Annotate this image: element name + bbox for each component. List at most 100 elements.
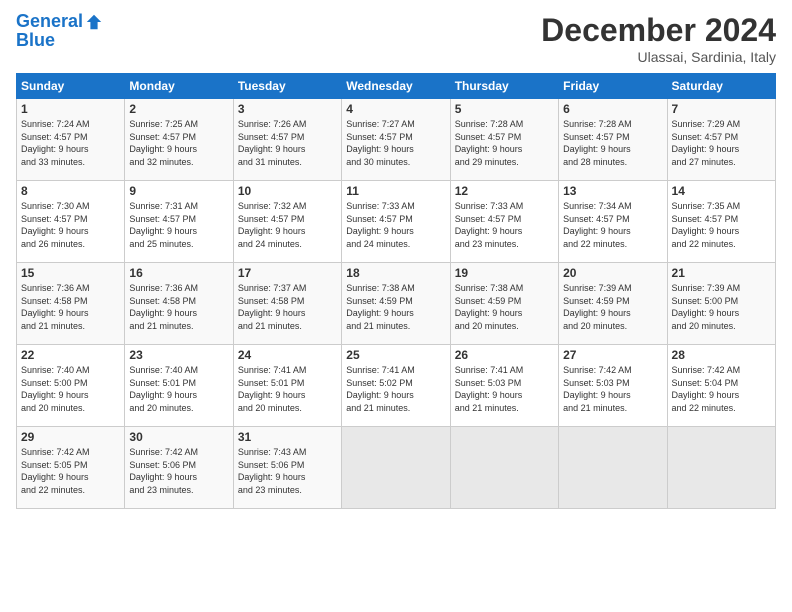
day-number: 28 — [672, 348, 771, 362]
day-cell: 5 Sunrise: 7:28 AM Sunset: 4:57 PM Daylig… — [450, 99, 558, 181]
day-number: 29 — [21, 430, 120, 444]
day-cell: 8 Sunrise: 7:30 AM Sunset: 4:57 PM Daylig… — [17, 181, 125, 263]
day-number: 7 — [672, 102, 771, 116]
calendar-body: 1 Sunrise: 7:24 AM Sunset: 4:57 PM Daylig… — [17, 99, 776, 509]
day-number: 22 — [21, 348, 120, 362]
weekday-sunday: Sunday — [17, 74, 125, 99]
day-cell: 11Sunrise: 7:33 AM Sunset: 4:57 PM Dayli… — [342, 181, 450, 263]
day-cell — [667, 427, 775, 509]
day-info: Sunrise: 7:26 AM Sunset: 4:57 PM Dayligh… — [238, 118, 337, 168]
day-cell: 6 Sunrise: 7:28 AM Sunset: 4:57 PM Daylig… — [559, 99, 667, 181]
logo-icon — [85, 13, 103, 31]
weekday-header-row: SundayMondayTuesdayWednesdayThursdayFrid… — [17, 74, 776, 99]
weekday-friday: Friday — [559, 74, 667, 99]
day-cell: 17Sunrise: 7:37 AM Sunset: 4:58 PM Dayli… — [233, 263, 341, 345]
day-cell: 4Sunrise: 7:27 AM Sunset: 4:57 PM Daylig… — [342, 99, 450, 181]
day-number: 16 — [129, 266, 228, 280]
day-cell: 14 Sunrise: 7:35 AM Sunset: 4:57 PM Dayli… — [667, 181, 775, 263]
logo: General Blue — [16, 12, 103, 51]
header: General Blue December 2024 Ulassai, Sard… — [16, 12, 776, 65]
day-cell: 10Sunrise: 7:32 AM Sunset: 4:57 PM Dayli… — [233, 181, 341, 263]
day-cell: 19 Sunrise: 7:38 AM Sunset: 4:59 PM Dayli… — [450, 263, 558, 345]
location: Ulassai, Sardinia, Italy — [541, 49, 776, 65]
day-info: Sunrise: 7:39 AM Sunset: 4:59 PM Dayligh… — [563, 282, 662, 332]
day-cell: 2 Sunrise: 7:25 AM Sunset: 4:57 PM Daylig… — [125, 99, 233, 181]
weekday-wednesday: Wednesday — [342, 74, 450, 99]
day-info: Sunrise: 7:36 AM Sunset: 4:58 PM Dayligh… — [21, 282, 120, 332]
day-number: 18 — [346, 266, 445, 280]
day-number: 2 — [129, 102, 228, 116]
day-info: Sunrise: 7:35 AM Sunset: 4:57 PM Dayligh… — [672, 200, 771, 250]
week-row-3: 15 Sunrise: 7:36 AM Sunset: 4:58 PM Dayli… — [17, 263, 776, 345]
day-info: Sunrise: 7:32 AM Sunset: 4:57 PM Dayligh… — [238, 200, 337, 250]
day-info: Sunrise: 7:43 AM Sunset: 5:06 PM Dayligh… — [238, 446, 337, 496]
day-cell: 22Sunrise: 7:40 AM Sunset: 5:00 PM Dayli… — [17, 345, 125, 427]
day-cell: 27 Sunrise: 7:42 AM Sunset: 5:03 PM Dayli… — [559, 345, 667, 427]
weekday-tuesday: Tuesday — [233, 74, 341, 99]
day-cell: 28Sunrise: 7:42 AM Sunset: 5:04 PM Dayli… — [667, 345, 775, 427]
logo-blue: Blue — [16, 30, 103, 51]
day-number: 1 — [21, 102, 120, 116]
day-cell: 25Sunrise: 7:41 AM Sunset: 5:02 PM Dayli… — [342, 345, 450, 427]
day-number: 4 — [346, 102, 445, 116]
day-cell: 3 Sunrise: 7:26 AM Sunset: 4:57 PM Daylig… — [233, 99, 341, 181]
day-cell: 15 Sunrise: 7:36 AM Sunset: 4:58 PM Dayli… — [17, 263, 125, 345]
day-info: Sunrise: 7:34 AM Sunset: 4:57 PM Dayligh… — [563, 200, 662, 250]
day-info: Sunrise: 7:31 AM Sunset: 4:57 PM Dayligh… — [129, 200, 228, 250]
day-number: 9 — [129, 184, 228, 198]
day-number: 19 — [455, 266, 554, 280]
weekday-saturday: Saturday — [667, 74, 775, 99]
day-info: Sunrise: 7:30 AM Sunset: 4:57 PM Dayligh… — [21, 200, 120, 250]
day-cell: 29 Sunrise: 7:42 AM Sunset: 5:05 PM Dayli… — [17, 427, 125, 509]
day-cell: 1 Sunrise: 7:24 AM Sunset: 4:57 PM Daylig… — [17, 99, 125, 181]
calendar-table: SundayMondayTuesdayWednesdayThursdayFrid… — [16, 73, 776, 509]
day-cell: 21Sunrise: 7:39 AM Sunset: 5:00 PM Dayli… — [667, 263, 775, 345]
day-info: Sunrise: 7:42 AM Sunset: 5:05 PM Dayligh… — [21, 446, 120, 496]
day-info: Sunrise: 7:41 AM Sunset: 5:01 PM Dayligh… — [238, 364, 337, 414]
day-cell — [559, 427, 667, 509]
day-cell: 31 Sunrise: 7:43 AM Sunset: 5:06 PM Dayli… — [233, 427, 341, 509]
day-info: Sunrise: 7:38 AM Sunset: 4:59 PM Dayligh… — [455, 282, 554, 332]
day-cell: 9 Sunrise: 7:31 AM Sunset: 4:57 PM Daylig… — [125, 181, 233, 263]
day-number: 31 — [238, 430, 337, 444]
day-info: Sunrise: 7:38 AM Sunset: 4:59 PM Dayligh… — [346, 282, 445, 332]
month-title: December 2024 — [541, 12, 776, 49]
day-number: 5 — [455, 102, 554, 116]
day-number: 30 — [129, 430, 228, 444]
day-cell: 24 Sunrise: 7:41 AM Sunset: 5:01 PM Dayli… — [233, 345, 341, 427]
title-block: December 2024 Ulassai, Sardinia, Italy — [541, 12, 776, 65]
day-number: 13 — [563, 184, 662, 198]
day-number: 27 — [563, 348, 662, 362]
day-info: Sunrise: 7:36 AM Sunset: 4:58 PM Dayligh… — [129, 282, 228, 332]
day-cell: 20 Sunrise: 7:39 AM Sunset: 4:59 PM Dayli… — [559, 263, 667, 345]
day-number: 20 — [563, 266, 662, 280]
day-number: 21 — [672, 266, 771, 280]
day-cell: 7 Sunrise: 7:29 AM Sunset: 4:57 PM Daylig… — [667, 99, 775, 181]
day-info: Sunrise: 7:25 AM Sunset: 4:57 PM Dayligh… — [129, 118, 228, 168]
day-info: Sunrise: 7:28 AM Sunset: 4:57 PM Dayligh… — [455, 118, 554, 168]
logo-text: General — [16, 12, 83, 32]
day-cell: 13 Sunrise: 7:34 AM Sunset: 4:57 PM Dayli… — [559, 181, 667, 263]
day-info: Sunrise: 7:41 AM Sunset: 5:02 PM Dayligh… — [346, 364, 445, 414]
day-info: Sunrise: 7:33 AM Sunset: 4:57 PM Dayligh… — [455, 200, 554, 250]
day-number: 6 — [563, 102, 662, 116]
day-info: Sunrise: 7:42 AM Sunset: 5:03 PM Dayligh… — [563, 364, 662, 414]
week-row-5: 29 Sunrise: 7:42 AM Sunset: 5:05 PM Dayli… — [17, 427, 776, 509]
day-number: 8 — [21, 184, 120, 198]
day-info: Sunrise: 7:29 AM Sunset: 4:57 PM Dayligh… — [672, 118, 771, 168]
day-cell: 12Sunrise: 7:33 AM Sunset: 4:57 PM Dayli… — [450, 181, 558, 263]
day-number: 3 — [238, 102, 337, 116]
day-number: 15 — [21, 266, 120, 280]
week-row-4: 22Sunrise: 7:40 AM Sunset: 5:00 PM Dayli… — [17, 345, 776, 427]
day-info: Sunrise: 7:41 AM Sunset: 5:03 PM Dayligh… — [455, 364, 554, 414]
day-info: Sunrise: 7:24 AM Sunset: 4:57 PM Dayligh… — [21, 118, 120, 168]
day-number: 23 — [129, 348, 228, 362]
day-cell: 18 Sunrise: 7:38 AM Sunset: 4:59 PM Dayli… — [342, 263, 450, 345]
day-info: Sunrise: 7:40 AM Sunset: 5:01 PM Dayligh… — [129, 364, 228, 414]
day-info: Sunrise: 7:28 AM Sunset: 4:57 PM Dayligh… — [563, 118, 662, 168]
day-number: 24 — [238, 348, 337, 362]
day-number: 17 — [238, 266, 337, 280]
day-cell: 16 Sunrise: 7:36 AM Sunset: 4:58 PM Dayli… — [125, 263, 233, 345]
day-number: 11 — [346, 184, 445, 198]
day-number: 14 — [672, 184, 771, 198]
